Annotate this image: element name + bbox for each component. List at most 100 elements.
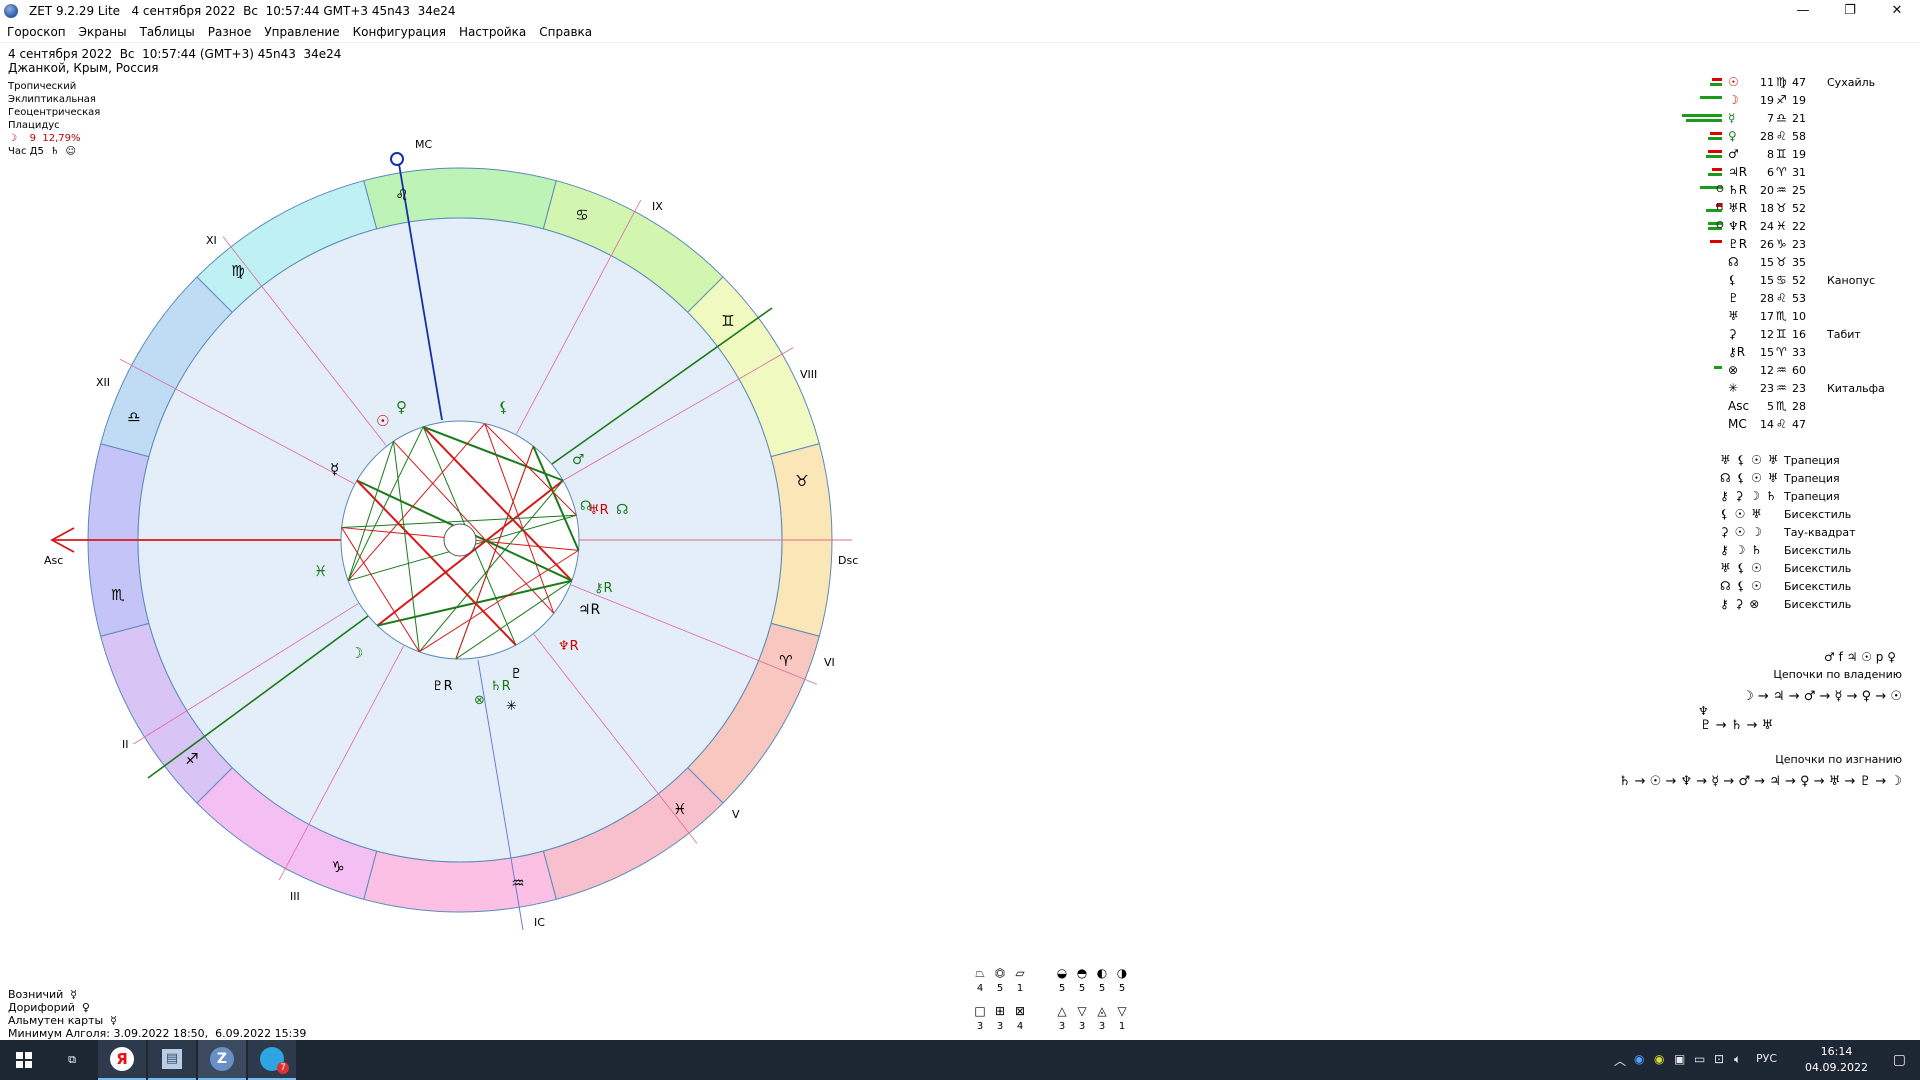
- planet-row[interactable]: ⚳ 12 ♊ 16 Табит: [1670, 326, 1910, 344]
- stat-icon: ◬: [1097, 1004, 1107, 1018]
- planet-row[interactable]: ✳ 23 ♒ 23 Китальфа: [1670, 380, 1910, 398]
- planet-row[interactable]: ⚸ 15 ♋ 52 Канопус: [1670, 272, 1910, 290]
- planet-row[interactable]: ⚷R 15 ♈ 33: [1670, 344, 1910, 362]
- tray-display-icon[interactable]: ▭: [1694, 1052, 1705, 1066]
- chiron-icon[interactable]: ⚷R: [594, 581, 613, 596]
- vertex-icon[interactable]: ✳: [506, 699, 517, 714]
- planet-row[interactable]: ♀ 28 ♌ 58: [1670, 128, 1910, 146]
- stat-value: 4: [1016, 1021, 1024, 1032]
- tray-network-icon[interactable]: ▣: [1674, 1052, 1685, 1066]
- maximize-button[interactable]: ❐: [1827, 0, 1873, 22]
- planet-row[interactable]: П ♅R 18 ♉ 52: [1670, 200, 1910, 218]
- tray-app-icon[interactable]: ◉: [1634, 1052, 1644, 1066]
- stat-value: 5: [1078, 983, 1086, 994]
- stat-value: 1: [1016, 983, 1024, 994]
- menu-settings[interactable]: Настройка: [459, 22, 533, 39]
- planet-row[interactable]: ♅ 17 ♏ 10: [1670, 308, 1910, 326]
- planet-status-mark: O: [1716, 184, 1724, 195]
- planet-row[interactable]: ☉ 11 ♍ 47 Сухайль: [1670, 74, 1910, 92]
- menu-horoscope[interactable]: Гороскоп: [7, 22, 73, 39]
- tray-expand-icon[interactable]: ︿: [1614, 1052, 1626, 1069]
- tray-volume-icon[interactable]: 🔈︎: [1734, 1052, 1741, 1067]
- planet-positions-table: ☉ 11 ♍ 47 Сухайль ☽ 19 ♐ 19 ☿ 7 ♎ 21 ♀ 28 ♌ 58 ♂ 8 ♊ 19 ♃R 6 ♈ 3…: [1670, 74, 1910, 434]
- fortune-icon[interactable]: ⊗: [474, 693, 485, 708]
- tray-monitor-icon[interactable]: ⊡: [1714, 1052, 1724, 1066]
- stat-icon: ◓: [1076, 966, 1088, 980]
- planet-strength-bars: [1672, 114, 1722, 124]
- tray-clock[interactable]: 16:14 04.09.2022: [1805, 1044, 1868, 1076]
- dsc-label: Dsc: [838, 554, 858, 567]
- notifications-icon[interactable]: ▢: [1893, 1052, 1906, 1068]
- neptune-icon[interactable]: ♆R: [558, 639, 579, 654]
- planet-row[interactable]: O ♄R 20 ♒ 25: [1670, 182, 1910, 200]
- north-node-icon[interactable]: ☊: [616, 502, 628, 518]
- close-button[interactable]: ✕: [1874, 0, 1920, 22]
- planet-row[interactable]: Asc 5 ♏ 28: [1670, 398, 1910, 416]
- aspect-config-glyphs: ⚷ ⚳ ⊗: [1720, 597, 1761, 611]
- mars-label-icon[interactable]: ♂: [572, 452, 585, 468]
- planet-sign-icon: ♋: [1776, 273, 1787, 287]
- aquarius-icon: ♒: [511, 874, 524, 892]
- planet-row[interactable]: ☽ 19 ♐ 19: [1670, 92, 1910, 110]
- tray-app2-icon[interactable]: ◉: [1654, 1052, 1664, 1066]
- planet-strength-bars: [1672, 240, 1722, 250]
- stat-value: 3: [976, 1021, 984, 1032]
- planet-strength-bars: [1672, 366, 1722, 376]
- planet-row[interactable]: ♂ 8 ♊ 19: [1670, 146, 1910, 164]
- start-button[interactable]: [0, 1040, 48, 1080]
- yandex-browser-button[interactable]: Я: [98, 1040, 146, 1080]
- planet-row[interactable]: ♇R 26 ♑ 23: [1670, 236, 1910, 254]
- coordinate-type: Эклиптикальная: [8, 94, 96, 105]
- moon-icon[interactable]: ☽: [350, 644, 363, 662]
- stat-value: 3: [996, 1021, 1004, 1032]
- tray-language[interactable]: РУС: [1756, 1052, 1777, 1065]
- pisces-mark-icon[interactable]: ♓: [314, 562, 327, 580]
- exile-chain-title: Цепочки по изгнанию: [1775, 753, 1902, 766]
- file-explorer-button[interactable]: ▤: [148, 1040, 196, 1080]
- planet-row[interactable]: ☊ 15 ♉ 35: [1670, 254, 1910, 272]
- menu-help[interactable]: Справка: [539, 22, 599, 39]
- zet-app-button[interactable]: Z: [198, 1040, 246, 1080]
- jupiter-icon[interactable]: ♃R: [578, 602, 601, 618]
- planet-row[interactable]: ☿ 7 ♎ 21: [1670, 110, 1910, 128]
- ownership-chain-sub2: ♇ → ♄ → ♅: [1700, 718, 1774, 733]
- proserpina-icon[interactable]: ♇: [510, 666, 523, 682]
- planet-minute: 19: [1792, 94, 1806, 107]
- planet-strength-bars: [1672, 222, 1722, 232]
- menu-misc[interactable]: Разное: [208, 22, 259, 39]
- telegram-button[interactable]: 7: [248, 1040, 296, 1080]
- planet-row[interactable]: MC 14 ♌ 47: [1670, 416, 1910, 434]
- sun-icon[interactable]: ☉: [376, 412, 389, 430]
- scorpio-icon: ♏: [111, 586, 125, 604]
- black-moon-icon[interactable]: ⚸: [498, 398, 509, 416]
- planet-glyph-icon: ☊: [1728, 255, 1739, 269]
- venus-icon[interactable]: ♀: [396, 398, 407, 416]
- planet-minute: 31: [1792, 166, 1806, 179]
- planet-minute: 23: [1792, 382, 1806, 395]
- planet-row[interactable]: ♃R 6 ♈ 31: [1670, 164, 1910, 182]
- planet-row[interactable]: ⊗ 12 ♒ 60: [1670, 362, 1910, 380]
- pluto-icon[interactable]: ♇R: [432, 679, 453, 694]
- planet-minute: 25: [1792, 184, 1806, 197]
- planet-minute: 35: [1792, 256, 1806, 269]
- fixed-star-name: Табит: [1827, 328, 1861, 341]
- menu-configuration[interactable]: Конфигурация: [353, 22, 453, 39]
- menu-control[interactable]: Управление: [264, 22, 346, 39]
- planet-sign-icon: ♊: [1776, 327, 1787, 341]
- aspect-config-name: Бисекстиль: [1784, 598, 1852, 611]
- planet-sign-icon: ♌: [1776, 291, 1787, 305]
- task-view-button[interactable]: ⧉: [48, 1040, 96, 1080]
- menu-tables[interactable]: Таблицы: [140, 22, 202, 39]
- capricorn-icon: ♑: [331, 858, 344, 876]
- planet-glyph-icon: ♄R: [1728, 183, 1748, 197]
- planet-row[interactable]: ♇ 28 ♌ 53: [1670, 290, 1910, 308]
- planet-degree: 28: [1760, 130, 1774, 143]
- saturn-icon[interactable]: ♄R: [490, 679, 511, 694]
- planet-degree: 8: [1767, 148, 1774, 161]
- mercury-icon[interactable]: ☿: [330, 460, 339, 478]
- minimize-button[interactable]: —: [1780, 0, 1826, 22]
- natal-chart-wheel[interactable]: MC IC Asc Dsc IX VIII VI V III II XII XI…: [0, 130, 880, 930]
- menu-screens[interactable]: Экраны: [79, 22, 134, 39]
- uranus-icon[interactable]: ♅R: [588, 503, 609, 518]
- planet-row[interactable]: O ♆R 24 ♓ 22: [1670, 218, 1910, 236]
